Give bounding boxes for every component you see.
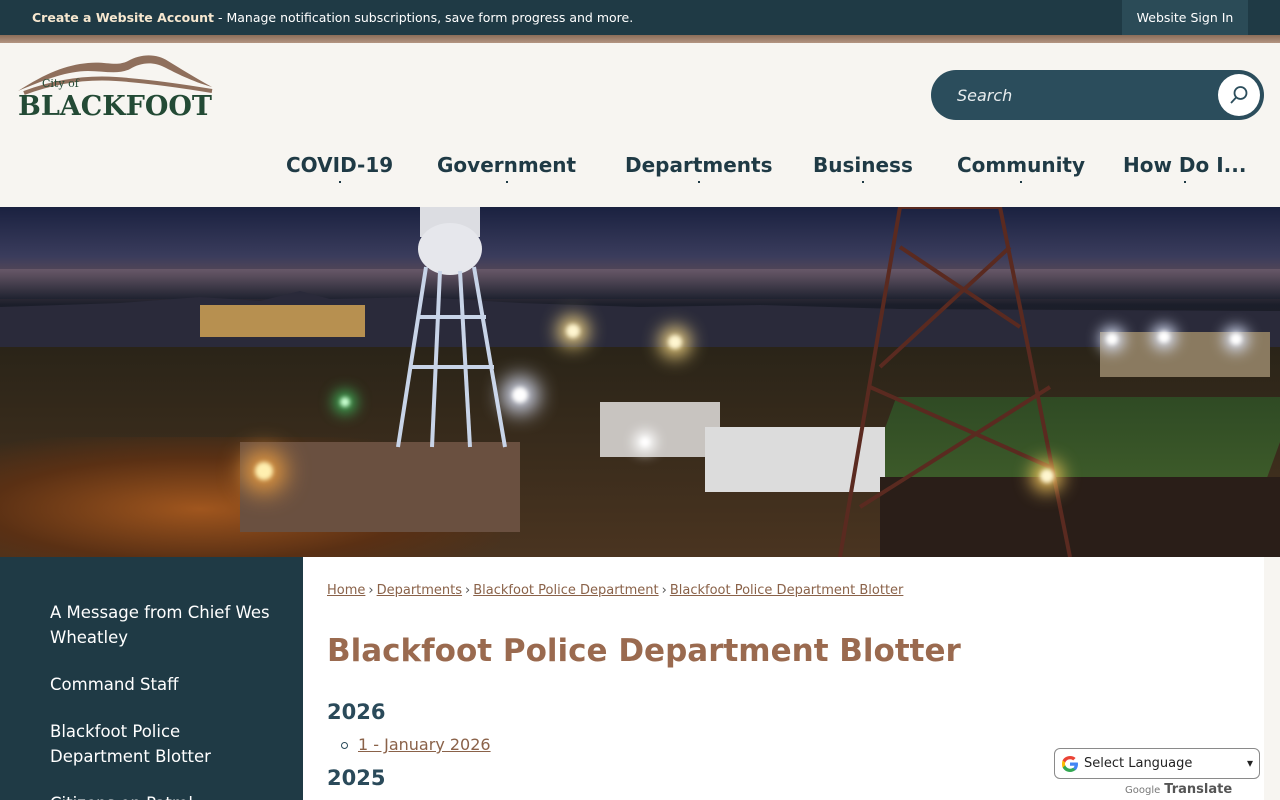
- breadcrumb-police-department[interactable]: Blackfoot Police Department: [473, 583, 658, 598]
- account-message-text: - Manage notification subscriptions, sav…: [214, 10, 634, 25]
- breadcrumb-separator: ›: [465, 583, 471, 598]
- list-bullet: [341, 742, 348, 749]
- breadcrumb-separator: ›: [661, 583, 667, 598]
- nav-item-how-do-i[interactable]: How Do I...: [1123, 153, 1246, 183]
- search-icon: [1230, 86, 1248, 104]
- year-2026-list: 1 - January 2026: [341, 735, 491, 754]
- page-title: Blackfoot Police Department Blotter: [327, 633, 961, 669]
- breadcrumb-home[interactable]: Home: [327, 583, 365, 598]
- site-header: City of BLACKFOOT COVID-19 Government De…: [0, 43, 1280, 207]
- nav-item-business[interactable]: Business: [813, 153, 913, 183]
- nav-label: Community: [957, 153, 1086, 177]
- google-g-icon: [1062, 756, 1078, 772]
- nav-label: Departments: [625, 153, 773, 177]
- language-select-label: Select Language: [1084, 756, 1193, 771]
- chevron-down-icon: ▾: [1246, 756, 1253, 770]
- right-gutter: [1264, 557, 1280, 800]
- water-tower: [396, 207, 507, 448]
- city-logo[interactable]: City of BLACKFOOT: [16, 51, 218, 123]
- logo-city-of: City of: [42, 77, 79, 90]
- breadcrumb: Home › Departments › Blackfoot Police Depart…: [327, 583, 903, 598]
- create-account-link[interactable]: Create a Website Account: [32, 10, 214, 25]
- translate-word: Translate: [1164, 782, 1233, 797]
- top-utility-bar: Create a Website Account - Manage notifi…: [0, 0, 1280, 35]
- language-select[interactable]: Select Language ▾: [1054, 748, 1260, 779]
- hero-banner-image: [0, 207, 1280, 557]
- accent-strip: [0, 35, 1280, 43]
- main-navigation: COVID-19 Government Departments Business…: [0, 153, 1280, 193]
- search-input[interactable]: [957, 83, 1197, 107]
- sidebar-navigation: A Message from Chief Wes Wheatley Comman…: [0, 557, 303, 800]
- website-sign-in-button[interactable]: Website Sign In: [1122, 0, 1248, 35]
- google-translate-attribution[interactable]: Google Translate: [1125, 782, 1232, 797]
- google-logo-text: Google: [1125, 785, 1161, 796]
- account-message: Create a Website Account - Manage notifi…: [32, 10, 633, 25]
- blotter-link-january-2026[interactable]: 1 - January 2026: [358, 735, 491, 754]
- sidebar-item-command-staff[interactable]: Command Staff: [50, 672, 270, 697]
- nav-label: COVID-19: [286, 153, 394, 177]
- year-heading-2025: 2025: [327, 766, 386, 790]
- nav-item-community[interactable]: Community: [957, 153, 1085, 183]
- search-bar: [931, 70, 1264, 120]
- sidebar-item-police-blotter[interactable]: Blackfoot Police Department Blotter: [50, 719, 270, 769]
- nav-label: How Do I...: [1123, 153, 1247, 177]
- breadcrumb-separator: ›: [368, 583, 374, 598]
- nav-item-covid-19[interactable]: COVID-19: [286, 153, 393, 183]
- nav-label: Government: [437, 153, 577, 177]
- nav-label: Business: [813, 153, 913, 177]
- year-heading-2026: 2026: [327, 700, 386, 724]
- search-button[interactable]: [1218, 74, 1260, 116]
- logo-wordmark: BLACKFOOT: [18, 91, 213, 122]
- sidebar-item-citizens-on-patrol[interactable]: Citizens on Patrol: [50, 791, 270, 800]
- breadcrumb-departments[interactable]: Departments: [377, 583, 462, 598]
- radio-tower: [838, 207, 1072, 557]
- sidebar-item-message-from-chief[interactable]: A Message from Chief Wes Wheatley: [50, 600, 270, 650]
- breadcrumb-police-blotter[interactable]: Blackfoot Police Department Blotter: [670, 583, 904, 598]
- nav-item-government[interactable]: Government: [437, 153, 576, 183]
- nav-item-departments[interactable]: Departments: [625, 153, 773, 183]
